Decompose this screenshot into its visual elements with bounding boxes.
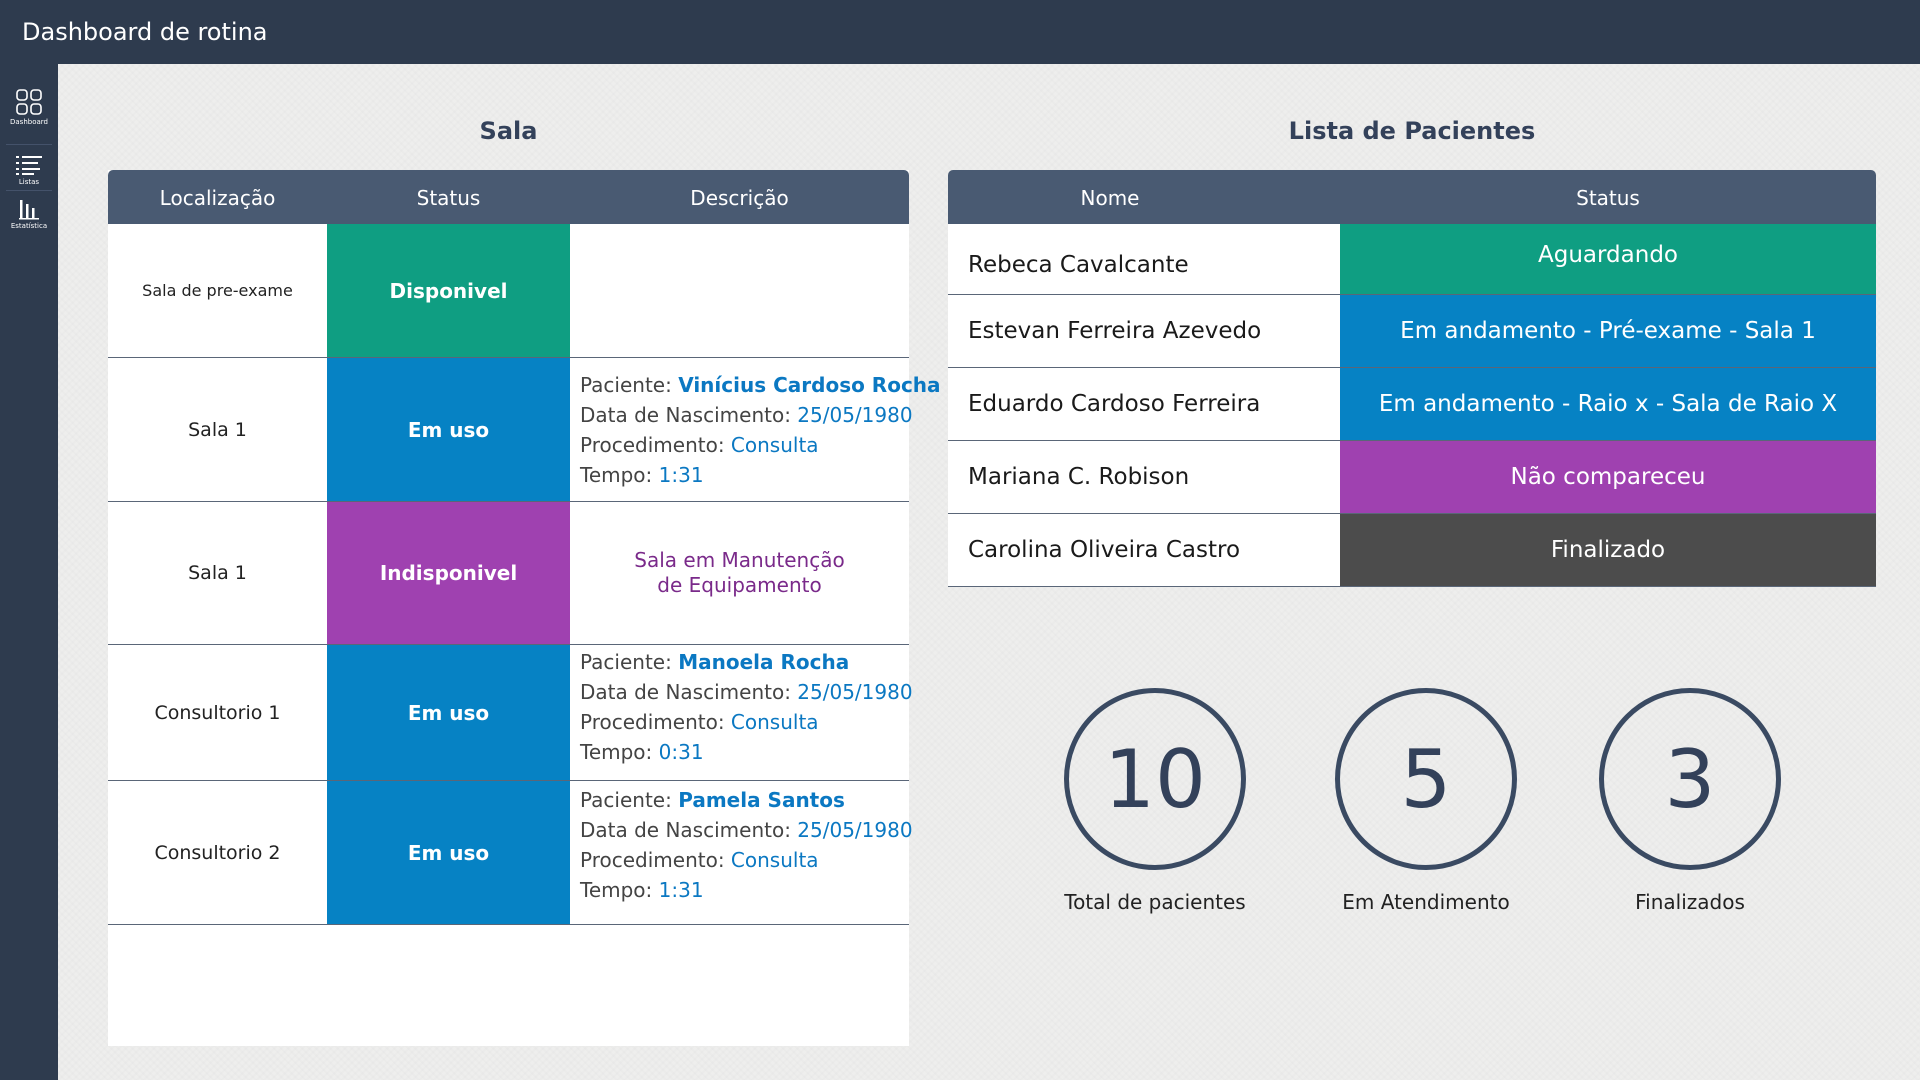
- list-item[interactable]: Eduardo Cardoso Ferreira Em andamento - …: [948, 368, 1876, 441]
- column-header-localizacao: Localização: [159, 186, 276, 210]
- patient-label: Paciente:: [580, 650, 672, 674]
- time-label: Tempo:: [580, 463, 653, 487]
- patient-label: Paciente:: [580, 788, 672, 812]
- column-header-status: Status: [1576, 186, 1640, 210]
- patient-name[interactable]: Pamela Santos: [678, 788, 845, 812]
- stat-value: 5: [1335, 688, 1517, 870]
- stat-finalizados: 3 Finalizados: [1590, 688, 1790, 914]
- room-status-badge: Disponivel: [327, 224, 570, 357]
- procedure-label: Procedimento:: [580, 433, 725, 457]
- list-item[interactable]: Estevan Ferreira Azevedo Em andamento - …: [948, 295, 1876, 368]
- patient-name: Estevan Ferreira Azevedo: [968, 318, 1262, 344]
- sidebar-item-dashboard[interactable]: Dashboard: [0, 88, 58, 132]
- dob-value: 25/05/1980: [797, 403, 913, 427]
- pacientes-table-header: Nome Status: [948, 170, 1876, 224]
- room-location: Sala de pre-exame: [142, 281, 293, 300]
- procedure-label: Procedimento:: [580, 710, 725, 734]
- room-description: Paciente: Vinícius Cardoso Rocha Data de…: [570, 358, 941, 501]
- app-title: Dashboard de rotina: [22, 18, 268, 46]
- sala-table-header: Localização Status Descrição: [108, 170, 909, 224]
- procedure-value: Consulta: [730, 848, 819, 872]
- procedure-value: Consulta: [730, 433, 819, 457]
- room-status-badge: Em uso: [327, 781, 570, 924]
- column-header-status: Status: [416, 186, 481, 210]
- grid-icon: [16, 89, 42, 115]
- dob-value: 25/05/1980: [797, 680, 913, 704]
- room-status-badge: Em uso: [327, 358, 570, 501]
- patient-name: Carolina Oliveira Castro: [968, 537, 1241, 563]
- time-label: Tempo:: [580, 878, 653, 902]
- room-location: Consultorio 2: [154, 841, 281, 864]
- room-status-badge: Em uso: [327, 645, 570, 780]
- room-location: Consultorio 1: [154, 701, 281, 724]
- sidebar-divider: [6, 190, 52, 191]
- patient-name: Rebeca Cavalcante: [968, 252, 1189, 278]
- maintenance-note-line: Sala em Manutenção: [634, 548, 845, 572]
- procedure-value: Consulta: [730, 710, 819, 734]
- sidebar-item-listas[interactable]: Listas: [0, 154, 58, 198]
- patient-status-badge: Em andamento - Pré-exame - Sala 1: [1340, 295, 1876, 367]
- stat-value: 3: [1599, 688, 1781, 870]
- table-row[interactable]: Consultorio 1 Em uso Paciente: Manoela R…: [108, 645, 913, 781]
- sidebar: Dashboard Listas Estatística: [0, 64, 58, 1080]
- sidebar-item-label: Estatística: [10, 222, 48, 230]
- stat-label: Em Atendimento: [1342, 890, 1510, 914]
- patient-name: Mariana C. Robison: [968, 464, 1190, 490]
- sidebar-item-label: Listas: [18, 178, 40, 186]
- maintenance-note-line: de Equipamento: [657, 573, 822, 597]
- dob-value: 25/05/1980: [797, 818, 913, 842]
- sala-table: Localização Status Descrição Sala de pre…: [108, 170, 941, 1046]
- table-row[interactable]: Sala 1 Indisponivel Sala em Manutenção d…: [108, 502, 909, 645]
- patient-status-badge: Não compareceu: [1340, 441, 1876, 513]
- time-value: 1:31: [658, 463, 704, 487]
- dob-label: Data de Nascimento:: [580, 680, 791, 704]
- list-item[interactable]: Mariana C. Robison Não compareceu: [948, 441, 1876, 514]
- list-item[interactable]: Rebeca Cavalcante Aguardando: [948, 224, 1876, 295]
- pacientes-title: Lista de Pacientes: [1288, 117, 1536, 145]
- stat-em-atendimento: 5 Em Atendimento: [1326, 688, 1526, 914]
- pacientes-table: Nome Status Rebeca Cavalcante Aguardando…: [948, 170, 1876, 592]
- list-item[interactable]: Carolina Oliveira Castro Finalizado: [948, 514, 1876, 587]
- table-row[interactable]: Consultorio 2 Em uso Paciente: Pamela Sa…: [108, 781, 913, 925]
- room-description: Paciente: Manoela Rocha Data de Nascimen…: [570, 645, 913, 780]
- room-status-badge: Indisponivel: [327, 502, 570, 644]
- patient-name[interactable]: Vinícius Cardoso Rocha: [678, 373, 940, 397]
- column-header-nome: Nome: [1080, 186, 1140, 210]
- list-icon: [16, 156, 42, 175]
- sala-title: Sala: [479, 117, 538, 145]
- stat-value: 10: [1064, 688, 1246, 870]
- dob-label: Data de Nascimento:: [580, 403, 791, 427]
- patient-label: Paciente:: [580, 373, 672, 397]
- room-location: Sala 1: [188, 562, 247, 584]
- room-description: Paciente: Pamela Santos Data de Nascimen…: [570, 781, 913, 924]
- stat-total-pacientes: 10 Total de pacientes: [1055, 688, 1255, 914]
- patient-name[interactable]: Manoela Rocha: [678, 650, 849, 674]
- patient-status-badge: Aguardando: [1340, 224, 1876, 294]
- patient-status-badge: Em andamento - Raio x - Sala de Raio X: [1340, 368, 1876, 440]
- time-label: Tempo:: [580, 740, 653, 764]
- table-row[interactable]: Sala de pre-exame Disponivel: [108, 224, 909, 358]
- room-location: Sala 1: [188, 418, 247, 441]
- patient-name: Eduardo Cardoso Ferreira: [968, 391, 1261, 417]
- bar-chart-icon: [19, 200, 39, 220]
- dob-label: Data de Nascimento:: [580, 818, 791, 842]
- column-header-descricao: Descrição: [690, 186, 789, 210]
- room-description: [570, 224, 909, 357]
- stat-label: Total de pacientes: [1064, 890, 1246, 914]
- sidebar-item-estatistica[interactable]: Estatística: [0, 198, 58, 242]
- room-description: Sala em Manutenção de Equipamento: [570, 502, 909, 644]
- sidebar-divider: [6, 144, 52, 145]
- stat-label: Finalizados: [1635, 890, 1745, 914]
- patient-status-badge: Finalizado: [1340, 514, 1876, 586]
- time-value: 1:31: [658, 878, 704, 902]
- procedure-label: Procedimento:: [580, 848, 725, 872]
- time-value: 0:31: [658, 740, 704, 764]
- table-row[interactable]: Sala 1 Em uso Paciente: Vinícius Cardoso…: [108, 358, 941, 502]
- sidebar-item-label: Dashboard: [10, 118, 48, 126]
- top-bar: Dashboard de rotina: [0, 0, 1920, 64]
